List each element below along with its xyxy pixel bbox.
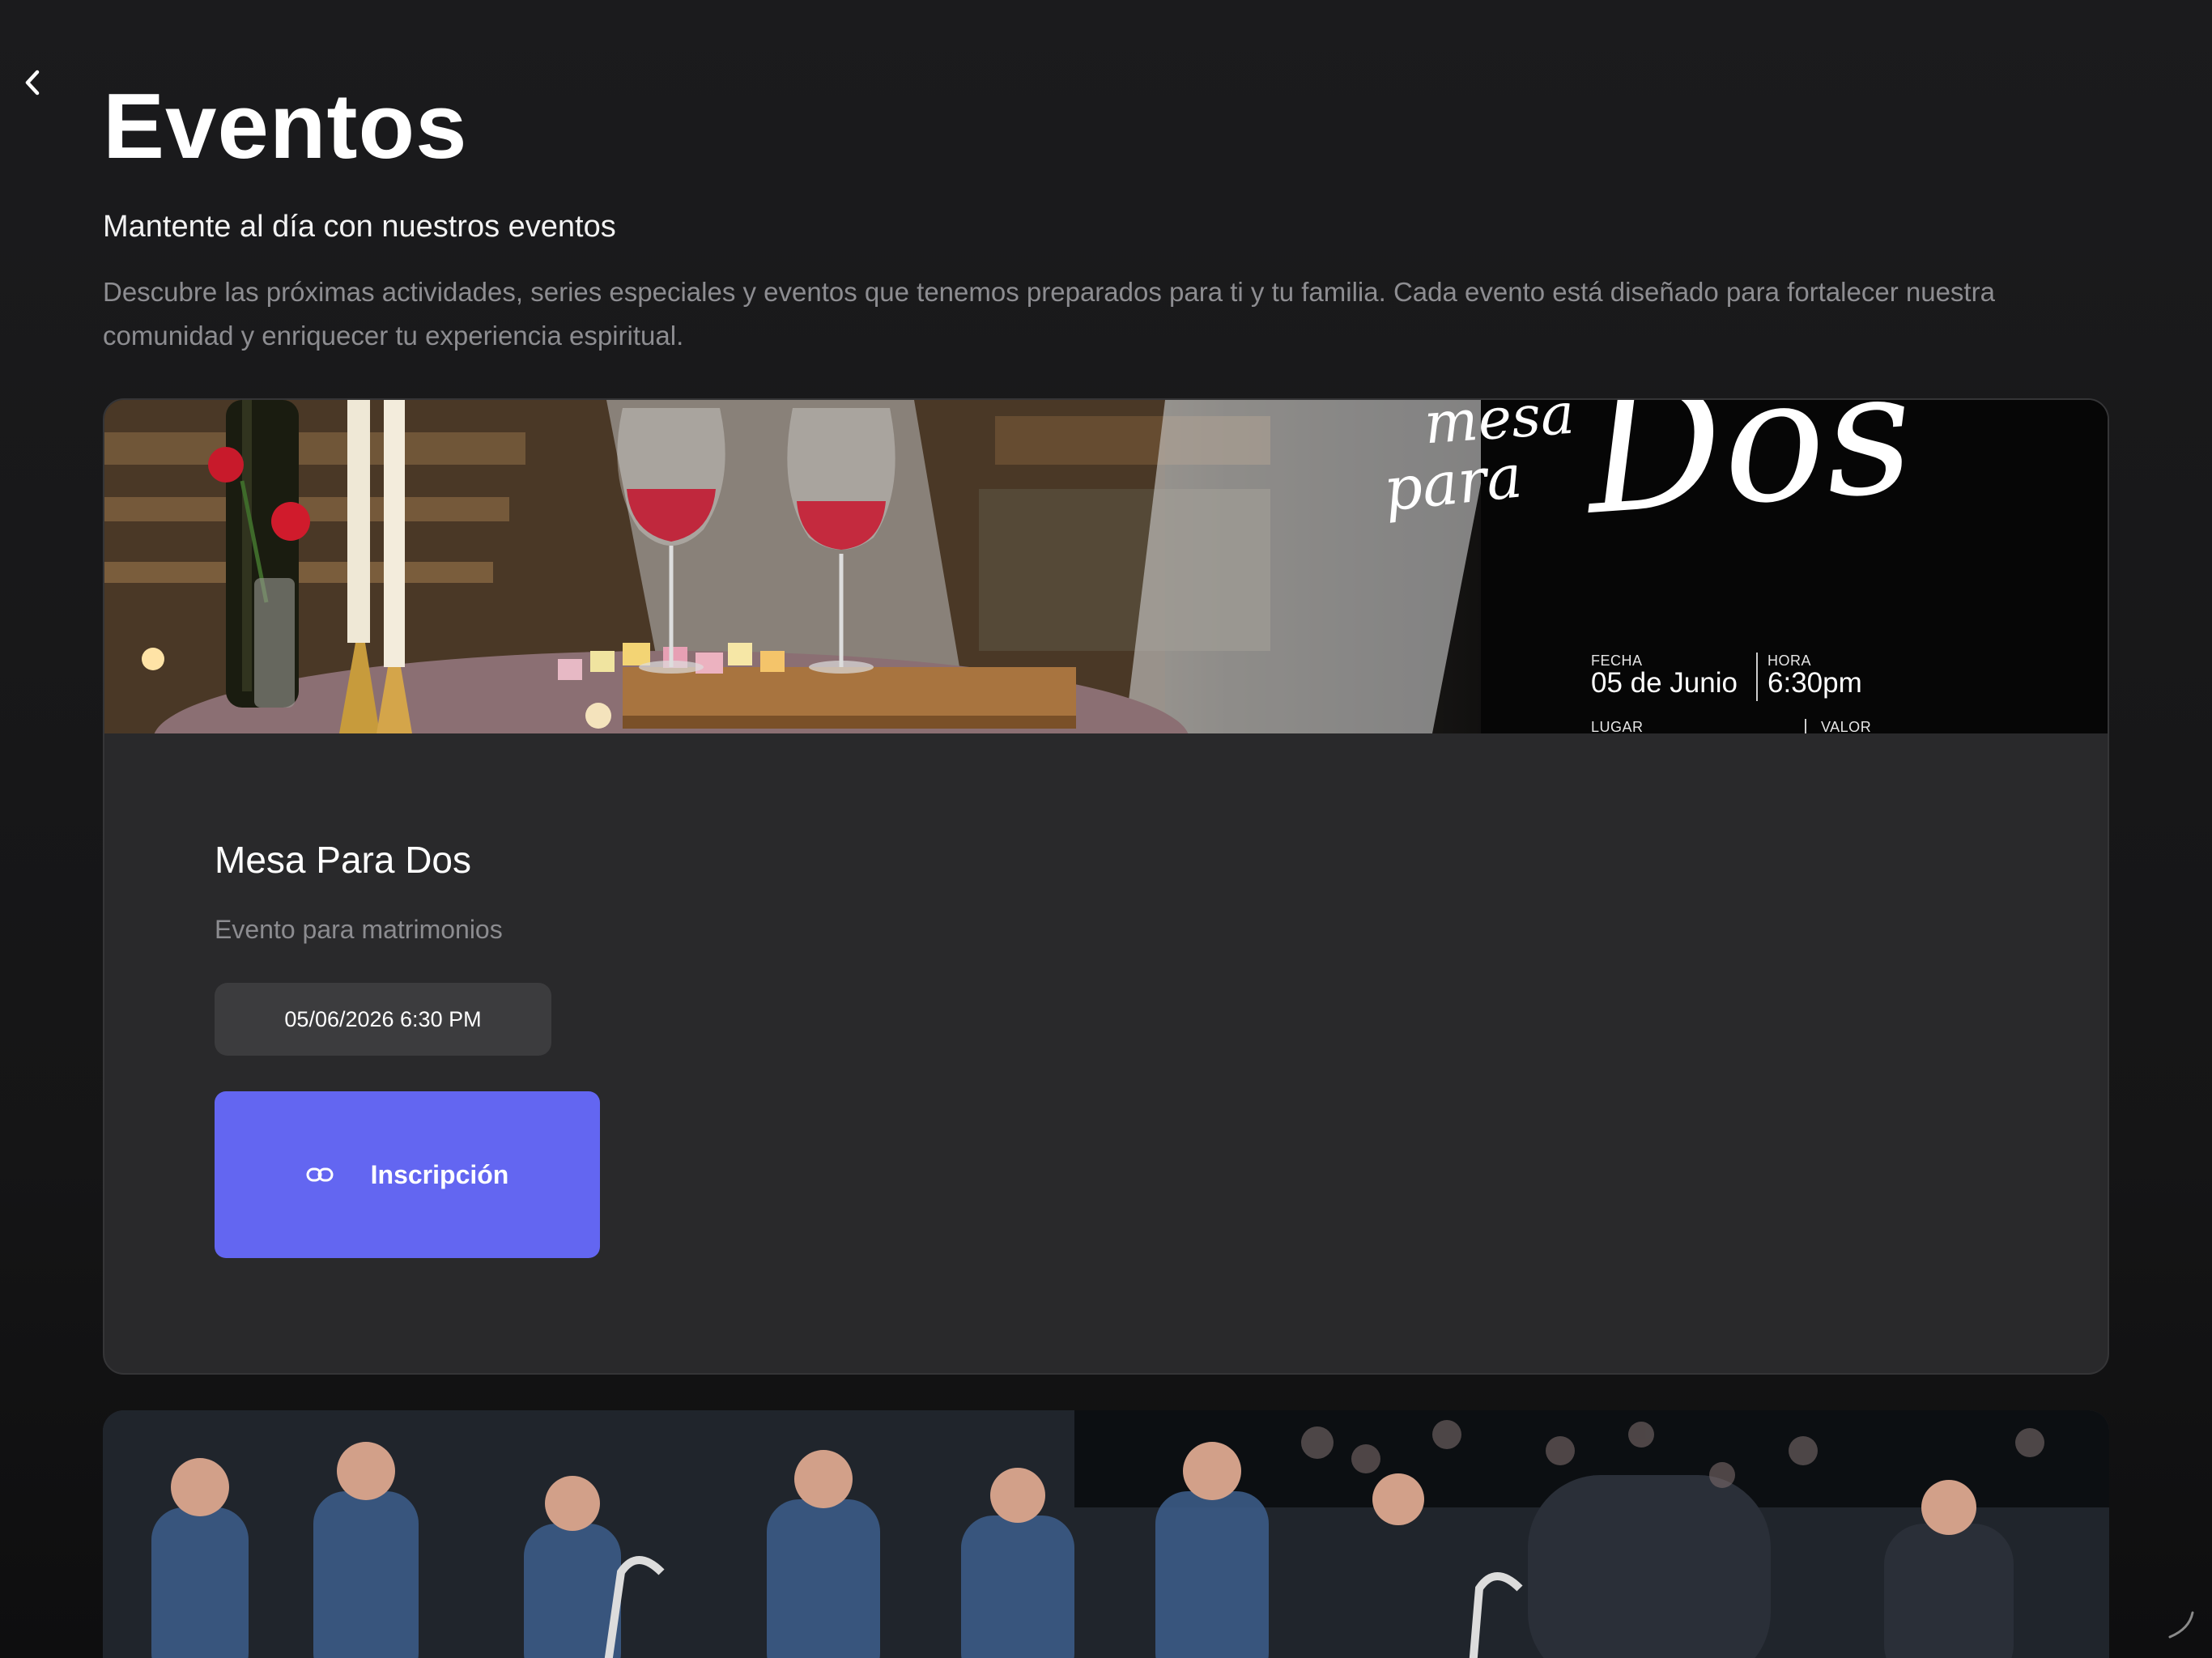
banner-valor-label: VALOR (1821, 719, 1872, 733)
banner-lugar-label: LUGAR (1591, 719, 1644, 733)
banner-script-dos: Dos (1579, 400, 1919, 553)
event-subtitle: Evento para matrimonios (215, 915, 503, 944)
banner-script-para: para (1380, 441, 1526, 525)
register-button-label: Inscripción (370, 1159, 509, 1189)
loading-spinner-icon (2168, 1611, 2194, 1639)
link-icon (306, 1167, 334, 1182)
event-title: Mesa Para Dos (215, 839, 472, 881)
event-date-chip: 05/06/2026 6:30 PM (215, 983, 551, 1056)
chevron-left-icon (25, 70, 40, 96)
event-banner-image-2 (103, 1410, 2109, 1658)
event-date-text: 05/06/2026 6:30 PM (284, 1006, 482, 1031)
banner-divider-2 (1805, 719, 1806, 733)
register-button[interactable]: Inscripción (215, 1091, 600, 1258)
event-card[interactable]: mesa para Dos FECHA 05 de Junio HORA 6:3… (103, 398, 2109, 1375)
event-body: Mesa Para Dos Evento para matrimonios 05… (104, 733, 2108, 1373)
page-title: Eventos (103, 75, 468, 178)
banner-divider (1756, 653, 1758, 701)
back-button[interactable] (18, 68, 47, 97)
banner-fecha-value: 05 de Junio (1591, 667, 1738, 699)
banner-hora-value: 6:30pm (1767, 667, 1862, 699)
page-subtitle: Mantente al día con nuestros eventos (103, 210, 616, 244)
event-card-2[interactable] (103, 1410, 2109, 1658)
event-banner-image: mesa para Dos FECHA 05 de Junio HORA 6:3… (104, 400, 2108, 733)
page-description: Descubre las próximas actividades, serie… (103, 277, 1995, 351)
